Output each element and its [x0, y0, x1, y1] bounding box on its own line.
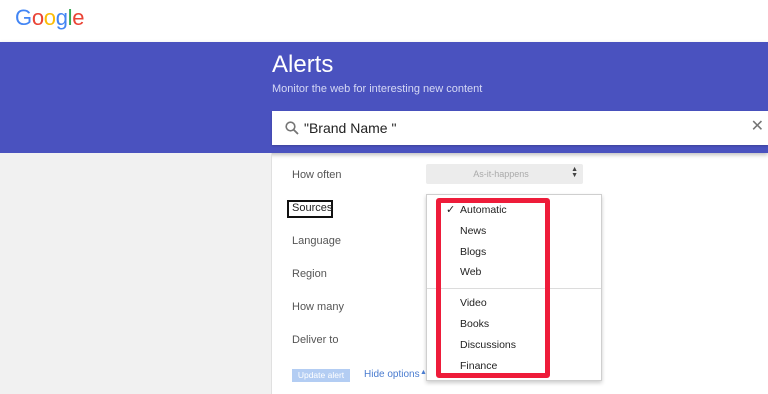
- hide-options-link[interactable]: Hide options: [364, 369, 420, 380]
- sources-dropdown[interactable]: ✓ Automatic News Blogs Web Video Books D…: [426, 194, 602, 381]
- alert-query-input[interactable]: "Brand Name " ✕: [272, 111, 768, 145]
- update-alert-button[interactable]: Update alert: [292, 369, 350, 382]
- google-alerts-page: Google Alerts Monitor the web for intere…: [0, 0, 768, 394]
- region-label: Region: [292, 268, 327, 280]
- divider: [271, 153, 272, 394]
- page-title: Alerts: [272, 51, 334, 78]
- top-bar: Google: [0, 0, 768, 42]
- how-often-value: As-it-happens: [473, 169, 529, 179]
- close-icon[interactable]: ✕: [751, 119, 764, 135]
- dropdown-item-video[interactable]: Video: [460, 297, 487, 309]
- dropdown-item-web[interactable]: Web: [460, 266, 481, 278]
- sources-label: Sources: [292, 202, 333, 214]
- dropdown-separator: [427, 288, 601, 289]
- logo-letter: e: [72, 5, 85, 30]
- deliver-to-label: Deliver to: [292, 334, 339, 346]
- dropdown-item-automatic[interactable]: Automatic: [460, 204, 507, 216]
- language-label: Language: [292, 235, 341, 247]
- search-icon: [285, 121, 299, 135]
- dropdown-item-blogs[interactable]: Blogs: [460, 246, 486, 258]
- caret-up-icon: ▲: [420, 369, 427, 376]
- dropdown-item-books[interactable]: Books: [460, 318, 489, 330]
- dropdown-item-news[interactable]: News: [460, 225, 486, 237]
- logo-letter: o: [31, 5, 44, 30]
- dropdown-item-finance[interactable]: Finance: [460, 360, 497, 372]
- how-often-select[interactable]: As-it-happens ▲ ▼: [426, 164, 583, 184]
- alert-query-value: "Brand Name ": [304, 120, 397, 136]
- logo-letter: G: [15, 5, 32, 30]
- google-logo[interactable]: Google: [15, 5, 84, 31]
- dropdown-item-discussions[interactable]: Discussions: [460, 339, 516, 351]
- checkmark-icon: ✓: [446, 204, 456, 216]
- page-subtitle: Monitor the web for interesting new cont…: [272, 83, 483, 95]
- how-many-label: How many: [292, 301, 344, 313]
- select-arrows-icon: ▲ ▼: [571, 166, 578, 179]
- how-often-label: How often: [292, 169, 342, 181]
- logo-letter: o: [43, 5, 56, 30]
- left-panel: [0, 153, 271, 394]
- logo-letter: g: [55, 5, 68, 30]
